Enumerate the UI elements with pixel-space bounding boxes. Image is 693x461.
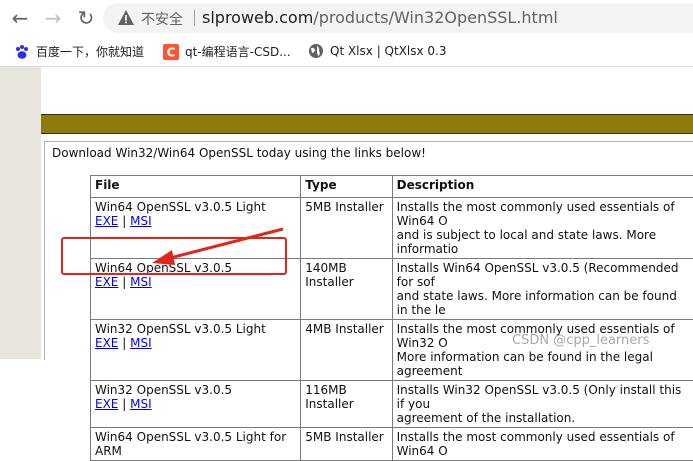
link-separator: | [122, 214, 126, 228]
table-row: Win32 OpenSSL v3.0.5 LightEXE | MSI 4MB … [91, 320, 693, 381]
file-cell: Win32 OpenSSL v3.0.5EXE | MSI [91, 381, 301, 428]
highlight-box [61, 237, 287, 275]
msi-link[interactable]: MSI [130, 214, 152, 228]
exe-link[interactable]: EXE [95, 336, 118, 350]
file-name: Win32 OpenSSL v3.0.5 [95, 383, 296, 397]
globe-icon [308, 43, 324, 59]
url-text[interactable]: slproweb.com/products/Win32OpenSSL.html [202, 8, 558, 27]
type-cell: 5MB Installer [301, 198, 392, 259]
bookmark-csdn[interactable]: C qt-编程语言-CSD... [163, 43, 291, 59]
link-separator: | [122, 275, 126, 289]
file-name: Win64 OpenSSL v3.0.5 Light for ARM [95, 430, 296, 458]
downloads-table: File Type Description Win64 OpenSSL v3.0… [90, 175, 693, 461]
bookmark-baidu[interactable]: 百度一下，你就知道 [14, 43, 144, 59]
description-cell: Installs the most commonly used essentia… [392, 198, 693, 259]
section-header-bar [41, 114, 693, 134]
address-separator [194, 10, 195, 26]
description-line: and state laws. More information can be … [397, 289, 689, 317]
url-domain: slproweb.com [202, 8, 313, 27]
description-cell: Installs the most commonly used essentia… [392, 428, 693, 461]
intro-text: Download Win32/Win64 OpenSSL today using… [52, 146, 426, 160]
description-line: Installs the most commonly used essentia… [397, 200, 689, 228]
description-line: Installs Win64 OpenSSL v3.0.5 (Recommend… [397, 261, 689, 289]
browser-toolbar: ← → ↻ 不安全 slproweb.com/products/Win32Ope… [0, 0, 693, 36]
page-body: Download Win32/Win64 OpenSSL today using… [0, 67, 693, 359]
table-row: Win64 OpenSSL v3.0.5 Light for ARM 5MB I… [91, 428, 693, 461]
type-cell: 140MB Installer [301, 259, 392, 320]
bookmark-label: 百度一下，你就知道 [36, 45, 144, 59]
insecure-label: 不安全 [141, 9, 183, 29]
link-separator: | [122, 336, 126, 350]
description-line: Installs the most commonly used essentia… [397, 430, 689, 458]
type-cell: 5MB Installer [301, 428, 392, 461]
msi-link[interactable]: MSI [130, 397, 152, 411]
file-name: Win64 OpenSSL v3.0.5 Light [95, 200, 296, 214]
exe-link[interactable]: EXE [95, 214, 118, 228]
header-file: File [91, 176, 301, 198]
exe-link[interactable]: EXE [95, 275, 118, 289]
bookmark-qtxlsx[interactable]: Qt Xlsx | QtXlsx 0.3 [308, 43, 447, 59]
warning-triangle-icon[interactable] [117, 9, 135, 27]
exe-link[interactable]: EXE [95, 397, 118, 411]
bookmark-label: Qt Xlsx | QtXlsx 0.3 [330, 44, 447, 58]
file-name: Win32 OpenSSL v3.0.5 Light [95, 322, 296, 336]
forward-arrow-icon[interactable]: → [41, 6, 65, 30]
table-row: Win32 OpenSSL v3.0.5EXE | MSI 116MB Inst… [91, 381, 693, 428]
description-cell: Installs Win32 OpenSSL v3.0.5 (Only inst… [392, 381, 693, 428]
bookmark-label: qt-编程语言-CSD... [185, 45, 291, 59]
description-cell: Installs Win64 OpenSSL v3.0.5 (Recommend… [392, 259, 693, 320]
description-line: Installs Win32 OpenSSL v3.0.5 (Only inst… [397, 383, 689, 411]
back-arrow-icon[interactable]: ← [8, 6, 32, 30]
description-line: More information can be found in the leg… [397, 350, 689, 378]
msi-link[interactable]: MSI [130, 336, 152, 350]
csdn-c-icon: C [163, 44, 179, 60]
type-cell: 4MB Installer [301, 320, 392, 381]
svg-text:C: C [167, 45, 176, 59]
address-bar[interactable]: 不安全 slproweb.com/products/Win32OpenSSL.h… [103, 3, 693, 33]
watermark: CSDN @cpp_learners [512, 333, 649, 348]
description-cell: Installs the most commonly used essentia… [392, 320, 693, 381]
link-separator: | [122, 397, 126, 411]
msi-link[interactable]: MSI [130, 275, 152, 289]
header-description: Description [392, 176, 693, 198]
table-header-row: File Type Description [91, 176, 693, 198]
url-path: /products/Win32OpenSSL.html [313, 8, 558, 27]
description-line: and is subject to local and state laws. … [397, 228, 689, 256]
reload-icon[interactable]: ↻ [74, 6, 98, 30]
type-cell: 116MB Installer [301, 381, 392, 428]
description-line: agreement of the installation. [397, 411, 689, 425]
bookmarks-bar: 百度一下，你就知道 C qt-编程语言-CSD... Qt Xlsx | QtX… [0, 36, 693, 67]
baidu-paw-icon [14, 44, 30, 60]
header-type: Type [301, 176, 392, 198]
file-cell: Win64 OpenSSL v3.0.5 Light for ARM [91, 428, 301, 461]
file-cell: Win32 OpenSSL v3.0.5 LightEXE | MSI [91, 320, 301, 381]
